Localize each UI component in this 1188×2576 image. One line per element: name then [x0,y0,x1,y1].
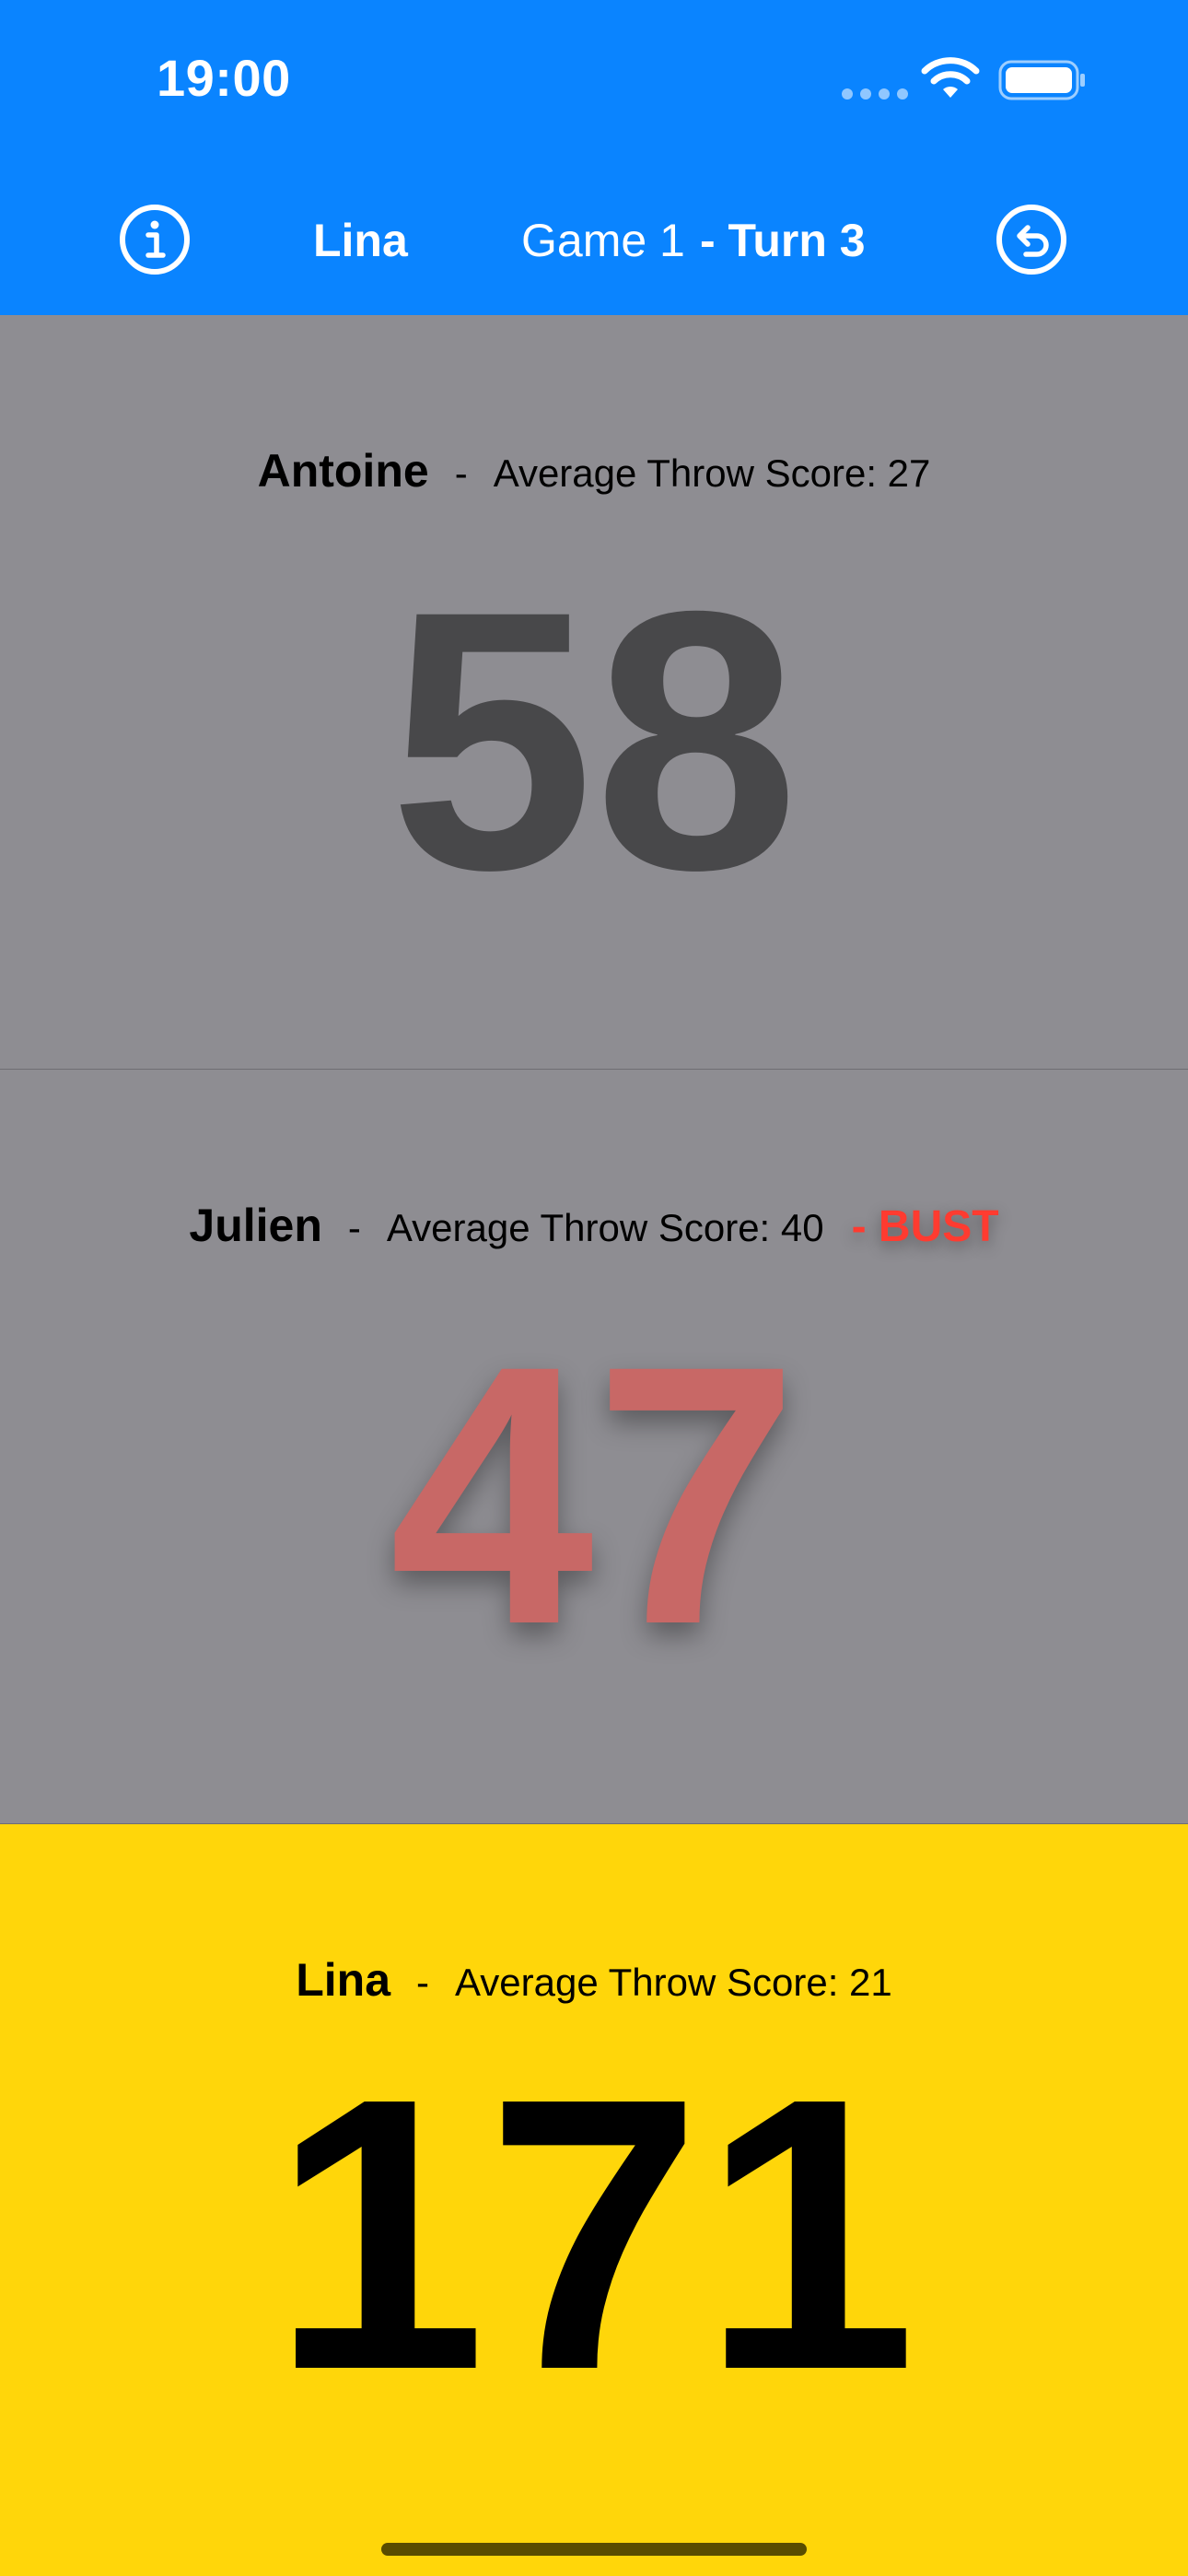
player-panel-antoine[interactable]: Antoine - Average Throw Score: 27 58 [0,315,1188,1071]
info-button[interactable] [118,203,192,276]
separator: - [454,451,468,495]
player-header: Julien - Average Throw Score: 40 - BUST [0,1199,1188,1252]
turn-label: - Turn 3 [700,215,866,266]
battery-icon [998,60,1085,100]
player-score: 58 [389,534,799,946]
separator: - [347,1206,361,1249]
info-circle-icon [120,205,190,275]
player-score: 171 [271,2019,917,2451]
bust-badge: - BUST [851,1202,999,1251]
average-throw-score: Average Throw Score: 27 [493,451,931,495]
undo-button[interactable] [995,203,1068,276]
game-label: Game 1 [521,215,685,266]
separator: - [416,1961,430,2004]
cellular-signal-icon [842,88,908,100]
undo-arrow-circle-icon [996,205,1066,275]
average-throw-score: Average Throw Score: 40 [386,1206,824,1249]
player-panel-julien[interactable]: Julien - Average Throw Score: 40 - BUST 47 [0,1070,1188,1825]
player-name: Lina [296,1954,391,2006]
status-time: 19:00 [157,49,291,107]
navigation-header: 19:00 Lina Game 1 - Turn 3 [0,0,1188,315]
wifi-icon [921,57,980,98]
player-name: Julien [189,1200,322,1251]
average-throw-score: Average Throw Score: 21 [455,1961,892,2004]
player-name: Antoine [257,445,429,497]
current-player-name: Lina [313,215,408,266]
player-header: Antoine - Average Throw Score: 27 [0,444,1188,498]
player-header: Lina - Average Throw Score: 21 [0,1953,1188,2007]
home-indicator[interactable] [381,2543,807,2556]
player-panel-lina[interactable]: Lina - Average Throw Score: 21 171 [0,1824,1188,2576]
player-score: 47 [389,1289,799,1701]
